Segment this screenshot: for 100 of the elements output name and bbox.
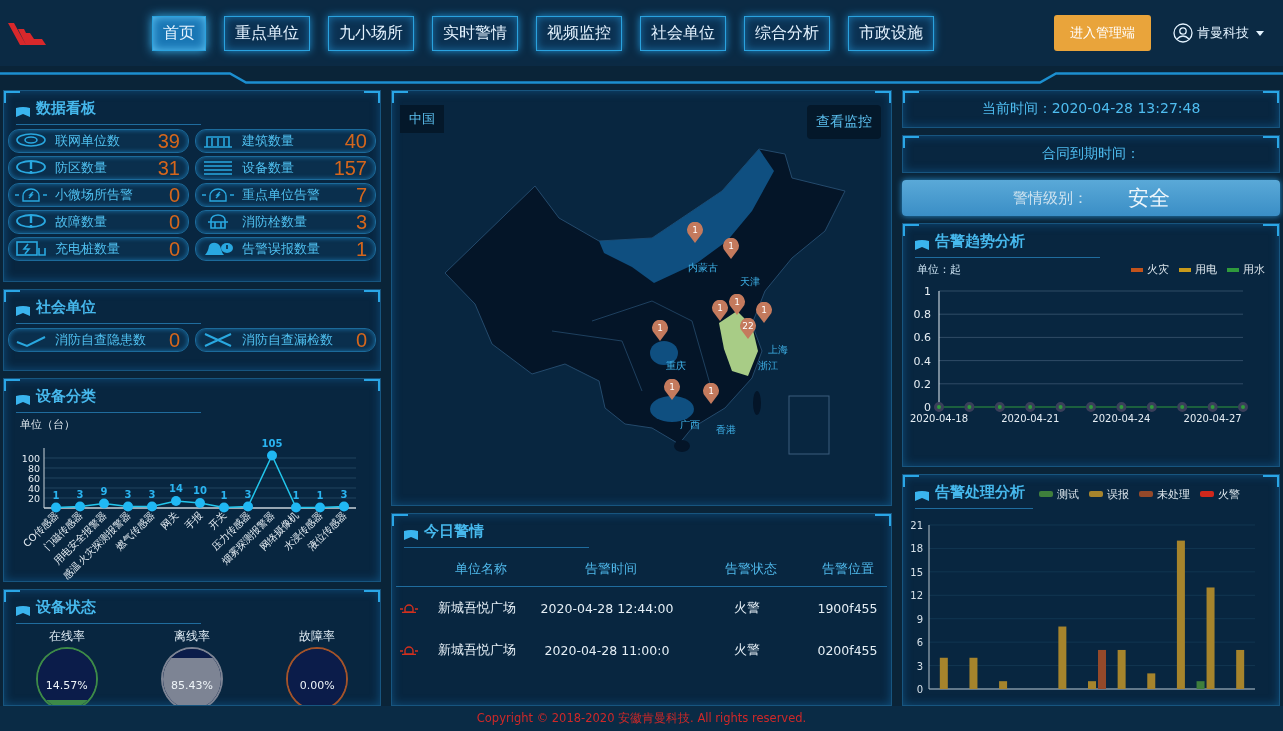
legend-item[interactable]: 用电 [1179,262,1217,277]
stat-value: 0 [355,328,367,352]
data-point [1146,402,1157,412]
data-point [339,501,349,512]
data-label: 105 [261,437,283,449]
legend-item[interactable]: 用水 [1227,262,1265,277]
stat-value: 39 [157,129,180,153]
data-point [934,402,944,412]
flag-icon [16,605,30,616]
nav-tab[interactable]: 市政设施 [848,15,934,51]
bar [1088,681,1096,689]
user-icon[interactable] [1173,23,1193,43]
map-title: 中国 [400,105,444,133]
contract-expiry: 合同到期时间： [1042,145,1140,163]
axis-tick-label: 2020-04-27 [1183,413,1242,424]
corner-bracket [1263,136,1279,148]
corner-bracket [875,91,891,103]
axis-tick-label: 9 [916,613,923,625]
data-label: 14 [169,483,183,494]
table-cell-text: 火警 [733,641,761,659]
panel-title: 数据看板 [36,99,96,118]
category-label: 手报 [182,509,205,532]
nav-tab[interactable]: 综合分析 [744,15,830,51]
stat-value: 7 [355,183,367,207]
gauge-reading: 85.43% [170,679,214,692]
flag-icon [16,394,30,405]
region-label: 广西 [680,418,700,432]
category-label: 网关 [158,509,181,532]
axis-tick-label: 2020-04-18 [909,413,969,424]
bar [999,681,1008,689]
alert-icon [15,159,47,177]
user-name[interactable]: 肯曼科技 [1197,24,1249,42]
data-point [1238,402,1248,412]
panel-title: 社会单位 [36,298,96,317]
nav-tab[interactable]: 九小场所 [328,15,414,51]
axis-tick-label: 1 [924,285,931,298]
axis-unit-label: 单位（台） [20,417,76,432]
nav-tab[interactable]: 重点单位 [224,15,310,51]
legend-item[interactable]: 误报 [1089,486,1129,502]
bar [939,657,948,689]
data-point [99,498,109,509]
data-point [291,502,301,513]
alert-level-value: 安全 [1127,185,1170,212]
corner-bracket [4,91,20,103]
nav-tab[interactable]: 首页 [152,15,206,51]
data-label: 3 [76,488,84,500]
data-label: 1 [292,489,300,501]
stat-value: 1 [355,237,367,261]
nav-tab[interactable]: 实时警情 [432,15,518,51]
corner-bracket [4,290,20,302]
bar [1058,626,1067,689]
column-header: 告警时间 [584,560,638,578]
nav-tab[interactable]: 社会单位 [640,15,726,51]
region-label: 浙江 [758,359,778,373]
table-cell-text: 1900f455 [816,600,879,616]
stat-label: 消防栓数量 [242,213,308,231]
bar [1117,649,1126,689]
caret-icon[interactable] [1253,29,1267,37]
axis-tick-label: 0.6 [913,331,931,345]
stat-label: 建筑数量 [242,132,295,150]
data-point [51,502,61,513]
axis-tick-label: 2020-04-21 [1001,413,1060,424]
table-cell-text: 新城吾悦广场 [437,641,517,659]
data-point [1055,402,1066,412]
axis-tick-label: 12 [910,590,923,602]
alert-icon [15,213,47,231]
data-point [315,502,325,513]
stat-label: 设备数量 [242,159,295,177]
column-header: 告警位置 [820,560,875,578]
siren-icon [400,645,418,655]
legend-item[interactable]: 未处理 [1139,486,1190,502]
bar [1098,649,1106,689]
region-label: 内蒙古 [688,261,718,275]
stat-label: 消防自查隐患数 [55,331,147,349]
legend-item[interactable]: 火警 [1200,486,1240,502]
corner-bracket [1263,91,1279,103]
nav-tab[interactable]: 视频监控 [536,15,622,51]
axis-tick-label: 40 [27,482,40,494]
data-point [994,402,1005,412]
view-monitoring-button[interactable]: 查看监控 [807,105,881,139]
layers-icon [202,159,234,177]
data-label: 3 [124,488,132,500]
stat-value: 0 [168,328,180,352]
ring-icon [15,132,47,150]
legend-item[interactable]: 测试 [1039,486,1079,502]
legend-item[interactable]: 火灾 [1131,262,1169,277]
stat-value: 0 [168,210,180,234]
data-point [1086,402,1096,412]
corner-bracket [875,514,891,526]
gauge-label: 离线率 [174,628,210,645]
bar [1236,649,1245,689]
data-point [267,450,277,461]
bell-icon [202,240,234,258]
corner-bracket [364,379,380,391]
data-point [1177,402,1188,412]
data-label: 3 [148,488,156,500]
copyright-text: Copyright © 2018-2020 安徽肯曼科技. All rights reserved. [476,711,807,726]
stat-value: 31 [157,156,180,180]
stat-value: 0 [168,237,180,261]
corner-bracket [903,91,919,103]
